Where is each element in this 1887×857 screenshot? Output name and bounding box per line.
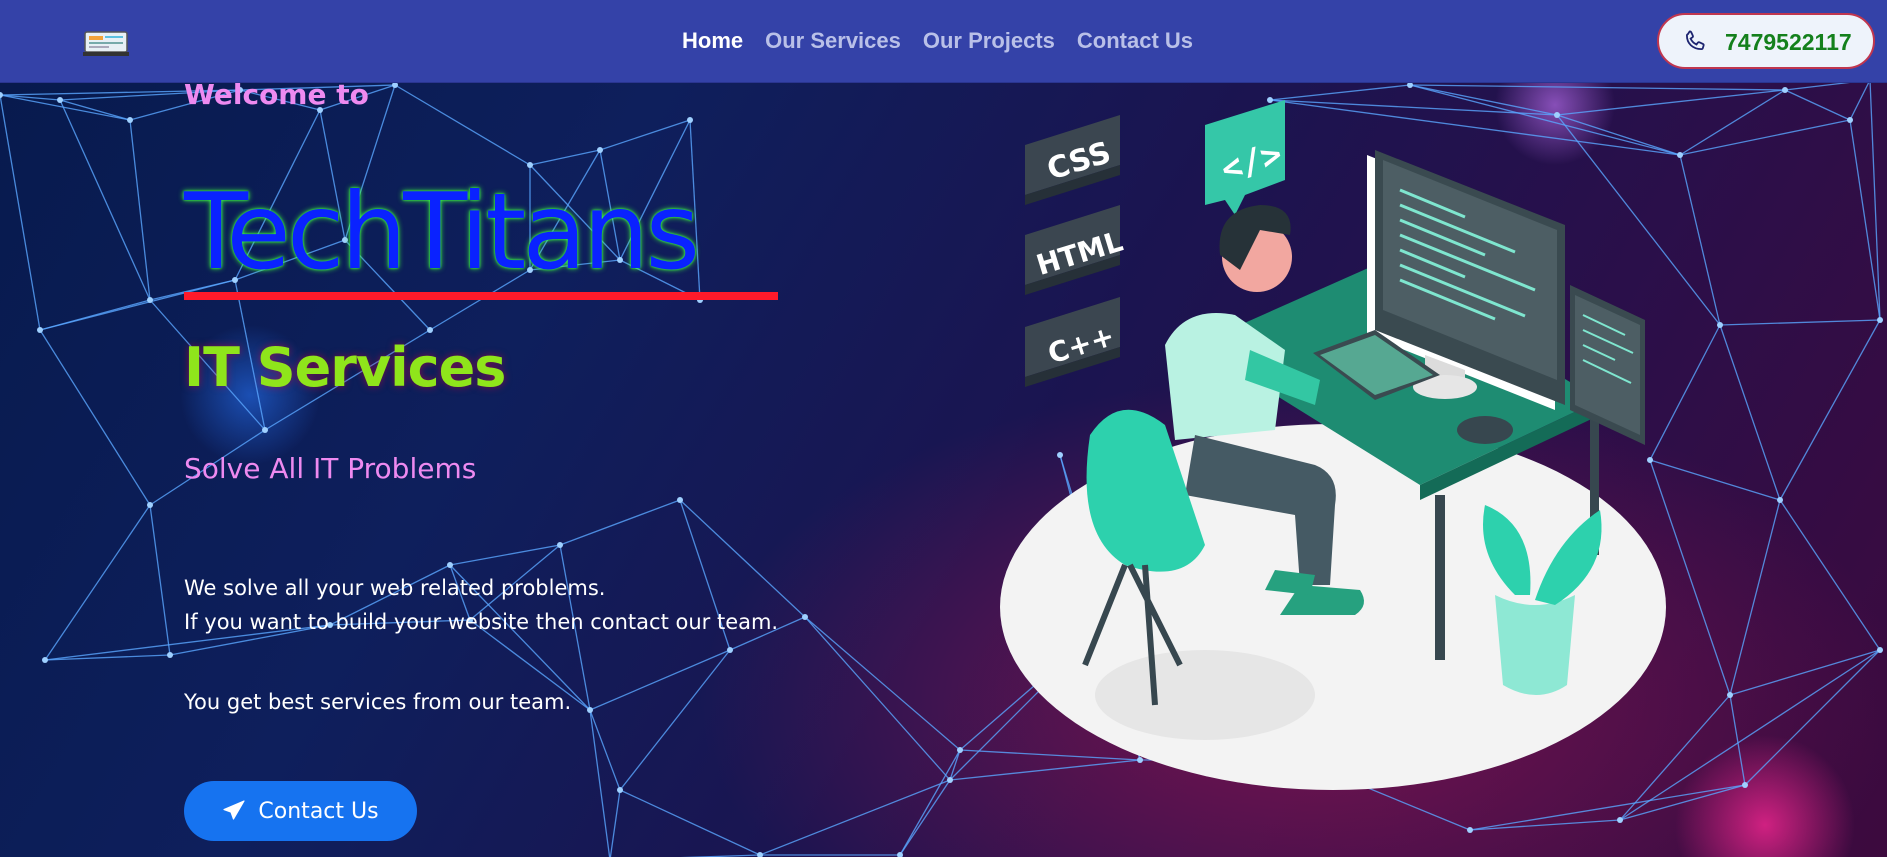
network-line — [449, 544, 561, 566]
network-node — [42, 657, 48, 663]
nav-links: Home Our Services Our Projects Contact U… — [682, 28, 1193, 54]
network-line — [899, 779, 951, 856]
code-bubble: </> — [1205, 100, 1287, 215]
network-line — [129, 119, 151, 301]
network-node — [617, 787, 623, 793]
developer-illustration: CSS HTML C++ </> — [1000, 100, 1666, 790]
welcome-text: Welcome to — [184, 78, 369, 111]
nav-our-services[interactable]: Our Services — [765, 28, 901, 54]
network-line — [0, 94, 61, 101]
network-line — [39, 329, 151, 506]
network-node — [527, 162, 533, 168]
network-line — [619, 789, 761, 856]
network-node — [1877, 647, 1883, 653]
network-line — [609, 789, 621, 857]
network-node — [147, 297, 153, 303]
html-tile: HTML — [1025, 205, 1127, 295]
brand-underline — [184, 292, 778, 300]
network-node — [957, 747, 963, 753]
network-node — [447, 562, 453, 568]
network-line — [599, 119, 691, 151]
network-node — [947, 777, 953, 783]
network-node — [727, 647, 733, 653]
network-line — [0, 94, 41, 331]
network-line — [619, 649, 731, 791]
network-node — [1617, 817, 1623, 823]
network-node — [427, 327, 433, 333]
network-line — [1719, 319, 1881, 326]
network-line — [44, 504, 151, 661]
network-node — [802, 614, 808, 620]
brand-title: TechTitans — [184, 171, 700, 293]
network-node — [1877, 317, 1883, 323]
network-node — [687, 117, 693, 123]
network-node — [1777, 497, 1783, 503]
network-line — [529, 149, 601, 166]
network-line — [589, 709, 621, 791]
network-line — [1779, 499, 1881, 651]
contact-us-label: Contact Us — [258, 798, 379, 824]
network-line — [1729, 499, 1781, 696]
phone-button[interactable]: 7479522117 — [1657, 13, 1875, 69]
network-line — [804, 616, 961, 751]
network-node — [597, 147, 603, 153]
network-line — [1719, 324, 1781, 501]
network-line — [149, 504, 171, 656]
network-line — [394, 84, 531, 166]
network-line — [59, 99, 131, 121]
network-node — [1742, 782, 1748, 788]
network-node — [587, 707, 593, 713]
nav-contact-us[interactable]: Contact Us — [1077, 28, 1193, 54]
phone-number: 7479522117 — [1725, 29, 1852, 55]
network-node — [677, 497, 683, 503]
contact-us-button[interactable]: Contact Us — [184, 781, 417, 841]
logo-icon[interactable] — [83, 30, 129, 58]
network-node — [1727, 692, 1733, 698]
network-line — [1784, 89, 1851, 121]
network-node — [757, 852, 763, 857]
network-line — [1779, 319, 1881, 501]
network-line — [59, 99, 151, 301]
phone-icon — [1685, 30, 1705, 51]
nav-home[interactable]: Home — [682, 28, 743, 54]
network-line — [589, 649, 731, 711]
network-line — [0, 94, 131, 121]
network-node — [0, 92, 3, 98]
network-node — [1847, 117, 1853, 123]
network-line — [1469, 819, 1621, 831]
cpp-tile: C++ — [1025, 297, 1120, 387]
tagline: IT Services — [184, 336, 506, 399]
network-node — [1717, 322, 1723, 328]
network-node — [557, 542, 563, 548]
network-line — [679, 499, 806, 618]
network-node — [167, 652, 173, 658]
network-line — [1409, 84, 1786, 91]
description-line-1: We solve all your web related problems. — [184, 576, 606, 600]
network-line — [1679, 119, 1851, 156]
network-line — [559, 499, 681, 546]
paper-plane-icon — [223, 800, 246, 820]
network-node — [262, 427, 268, 433]
network-line — [589, 709, 611, 857]
network-node — [37, 327, 43, 333]
description-line-3: You get best services from our team. — [184, 690, 572, 714]
css-tile: CSS — [1025, 115, 1120, 205]
description-line-2: If you want to build your website then c… — [184, 610, 779, 634]
subtitle: Solve All IT Problems — [184, 452, 477, 485]
network-node — [127, 117, 133, 123]
network-node — [1467, 827, 1473, 833]
nav-our-projects[interactable]: Our Projects — [923, 28, 1055, 54]
network-line — [804, 616, 951, 781]
network-node — [1782, 87, 1788, 93]
network-line — [1849, 79, 1871, 121]
network-node — [147, 502, 153, 508]
network-node — [57, 97, 63, 103]
network-line — [899, 749, 961, 856]
navbar: Home Our Services Our Projects Contact U… — [0, 0, 1887, 83]
